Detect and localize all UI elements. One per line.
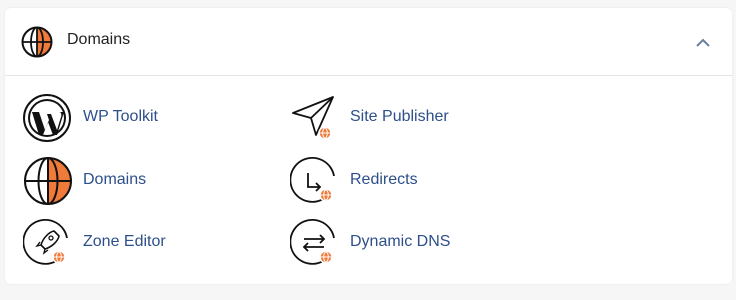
globe-icon xyxy=(21,26,53,58)
redirect-arrow-icon xyxy=(289,156,340,206)
domains-section-header[interactable]: Domains xyxy=(5,8,732,76)
redirects-label: Redirects xyxy=(350,171,418,188)
section-title: Domains xyxy=(67,31,131,48)
domains-label: Domains xyxy=(83,171,147,188)
paper-plane-icon xyxy=(290,93,340,143)
domains-panel: Domains WP Toolkit Site Publisher Domain… xyxy=(5,8,732,284)
site-publisher-label: Site Publisher xyxy=(350,108,449,125)
chevron-up-icon[interactable] xyxy=(695,35,711,47)
dynamic-dns-label: Dynamic DNS xyxy=(350,233,451,250)
swap-arrows-icon xyxy=(289,218,340,268)
zone-editor-label: Zone Editor xyxy=(83,233,166,250)
wp-toolkit-label: WP Toolkit xyxy=(83,108,158,125)
globe-icon xyxy=(23,156,73,206)
rocket-icon xyxy=(22,218,73,268)
wordpress-icon xyxy=(23,93,73,143)
